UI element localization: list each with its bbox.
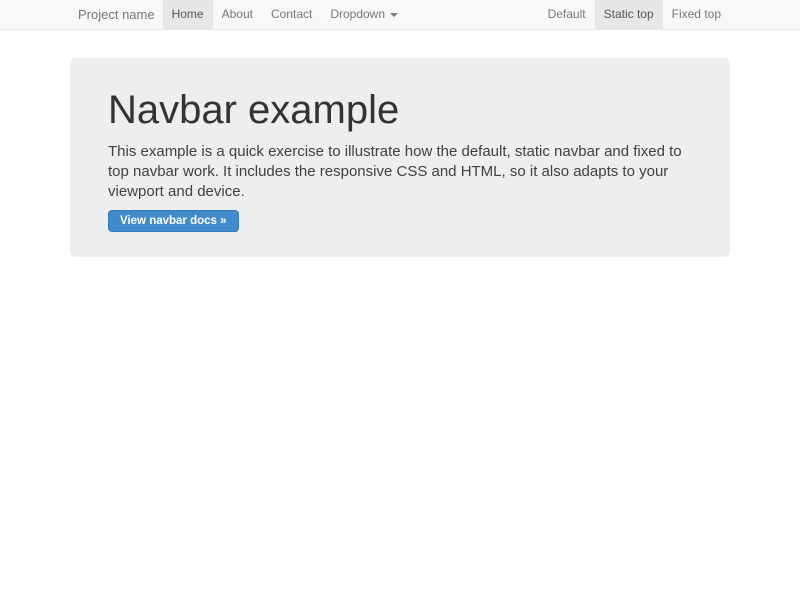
nav-item-fixed-top[interactable]: Fixed top bbox=[663, 0, 730, 29]
nav-item-home[interactable]: Home bbox=[163, 0, 213, 29]
caret-down-icon bbox=[390, 13, 398, 17]
nav-item-contact[interactable]: Contact bbox=[262, 0, 321, 29]
jumbotron: Navbar example This example is a quick e… bbox=[70, 58, 730, 257]
nav-item-default[interactable]: Default bbox=[539, 0, 595, 29]
navbar-left-nav: Home About Contact Dropdown bbox=[163, 0, 407, 29]
main-content: Navbar example This example is a quick e… bbox=[70, 58, 730, 257]
navbar-brand[interactable]: Project name bbox=[70, 0, 163, 29]
nav-item-dropdown[interactable]: Dropdown bbox=[321, 0, 407, 29]
page-description: This example is a quick exercise to illu… bbox=[108, 142, 688, 202]
top-navbar: Project name Home About Contact Dropdown… bbox=[0, 0, 800, 30]
view-navbar-docs-button[interactable]: View navbar docs » bbox=[108, 210, 239, 232]
nav-item-static-top[interactable]: Static top bbox=[595, 0, 663, 29]
navbar-right-nav: Default Static top Fixed top bbox=[539, 0, 730, 29]
nav-item-about[interactable]: About bbox=[213, 0, 262, 29]
nav-item-dropdown-label: Dropdown bbox=[330, 0, 385, 29]
page-title: Navbar example bbox=[108, 88, 692, 132]
navbar-container: Project name Home About Contact Dropdown… bbox=[70, 0, 730, 29]
